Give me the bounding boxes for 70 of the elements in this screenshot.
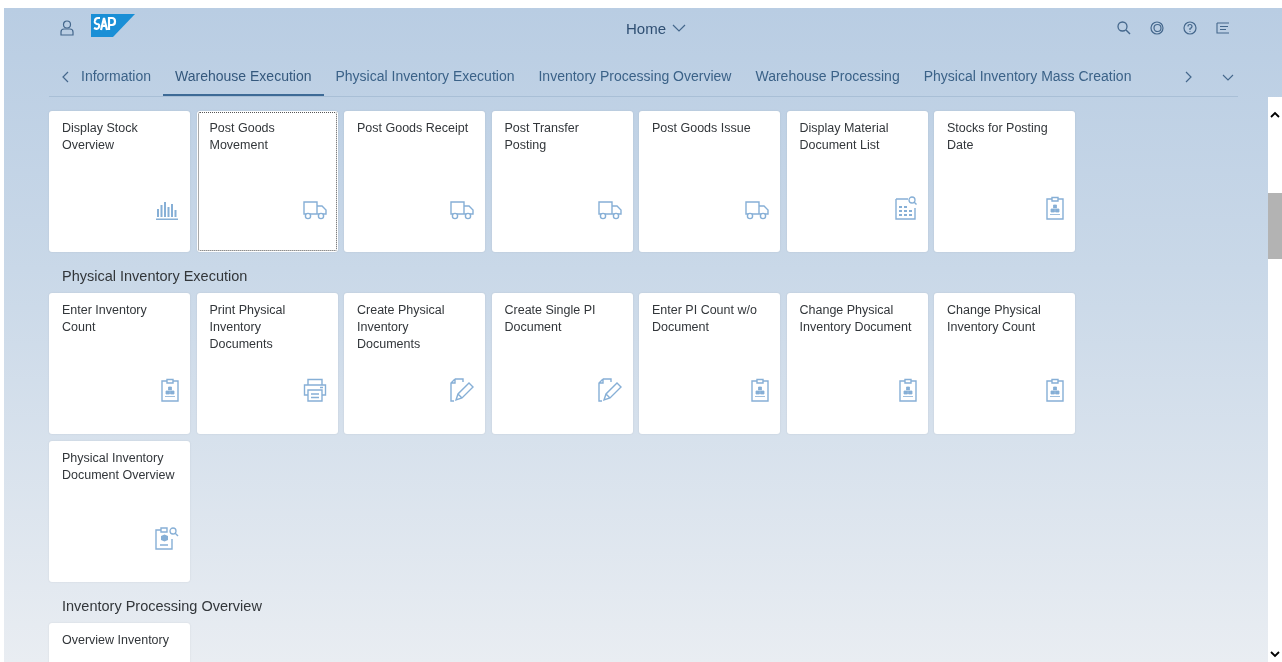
app-tile[interactable]: Display Stock Overview (49, 111, 190, 252)
document-pencil-icon (450, 378, 474, 402)
scroll-right-icon[interactable] (1185, 71, 1192, 83)
clipboard-search-icon (155, 526, 179, 550)
app-tile[interactable]: Stocks for Posting Date (934, 111, 1075, 252)
tile-title: Post Goods Issue (652, 120, 752, 137)
tab[interactable]: Physical Inventory Execution (323, 58, 527, 96)
tile-title: Display Stock Overview (62, 120, 139, 154)
app-tile[interactable]: Enter PI Count w/o Document (639, 293, 780, 434)
section-title: Physical Inventory Execution (61, 267, 249, 286)
tab[interactable]: Warehouse Processing (743, 58, 912, 96)
tab[interactable]: Inventory Processing Overview (526, 58, 744, 96)
tab[interactable]: Information (69, 58, 164, 96)
scrollbar[interactable] (1268, 97, 1282, 662)
clipboard-icon (1046, 196, 1064, 220)
help-icon[interactable] (1183, 21, 1197, 35)
scroll-up-icon[interactable] (1270, 111, 1280, 118)
home-menu-button[interactable]: Home (622, 17, 690, 39)
tile-title: Create Single PI Document (504, 302, 597, 336)
tile-title: Change Physical Inventory Document (799, 302, 913, 336)
notifications-list-icon[interactable] (1216, 22, 1230, 34)
circle-icon[interactable] (1150, 21, 1164, 35)
app-tile[interactable]: Change Physical Inventory Document (786, 293, 928, 434)
tile-title: Post Transfer Posting (504, 120, 580, 154)
truck-icon (597, 200, 622, 220)
app-tile[interactable]: Post Goods Issue (639, 111, 780, 252)
scroll-left-icon[interactable] (62, 71, 69, 83)
app-tile[interactable]: Overview Inventory (49, 623, 190, 662)
tab[interactable]: Warehouse Execution (163, 58, 324, 96)
caret-icon (672, 24, 686, 32)
search-icon[interactable] (1117, 21, 1131, 35)
tile-title: Create Physical Inventory Documents (357, 302, 446, 353)
bar-chart-icon (155, 200, 179, 220)
tile-title: Overview Inventory (62, 632, 170, 649)
tile-title: Physical Inventory Document Overview (62, 450, 176, 484)
user-icon[interactable] (60, 20, 74, 36)
tile-title: Stocks for Posting Date (947, 120, 1049, 154)
tile-title: Print Physical Inventory Documents (209, 302, 287, 353)
clipboard-icon (161, 378, 179, 402)
app-tile[interactable]: Create Single PI Document (491, 293, 633, 434)
tab[interactable]: Physical Inventory Mass Creation (911, 58, 1144, 96)
document-pencil-icon (597, 378, 622, 402)
clipboard-icon (898, 378, 917, 402)
tile-title: Display Material Document List (799, 120, 890, 154)
printer-icon (302, 378, 327, 402)
app-tile[interactable]: Enter Inventory Count (49, 293, 190, 434)
app-tile[interactable]: Post Goods Movement (196, 111, 338, 252)
app-tile[interactable]: Post Goods Receipt (344, 111, 485, 252)
section-title: Inventory Processing Overview (61, 597, 263, 616)
scroll-down-icon[interactable] (1270, 651, 1280, 658)
report-search-icon (894, 196, 917, 220)
app-tile[interactable]: Physical Inventory Document Overview (49, 441, 190, 582)
tile-title: Post Goods Receipt (357, 120, 470, 137)
truck-icon (302, 200, 327, 220)
clipboard-icon (1046, 378, 1064, 402)
truck-icon (450, 200, 474, 220)
tile-title: Change Physical Inventory Count (947, 302, 1042, 336)
scrollbar-thumb[interactable] (1268, 193, 1282, 259)
app-tile[interactable]: Display Material Document List (786, 111, 928, 252)
tile-title: Post Goods Movement (209, 120, 276, 154)
truck-icon (745, 200, 769, 220)
company-logo[interactable] (91, 13, 135, 37)
overflow-caret-icon[interactable] (1222, 73, 1234, 81)
clipboard-icon (751, 378, 769, 402)
tile-title: Enter PI Count w/o Document (652, 302, 758, 336)
app-tile[interactable]: Post Transfer Posting (491, 111, 633, 252)
app-tile[interactable]: Change Physical Inventory Count (934, 293, 1075, 434)
app-tile[interactable]: Create Physical Inventory Documents (344, 293, 485, 434)
tile-title: Enter Inventory Count (62, 302, 148, 336)
app-tile[interactable]: Print Physical Inventory Documents (196, 293, 338, 434)
